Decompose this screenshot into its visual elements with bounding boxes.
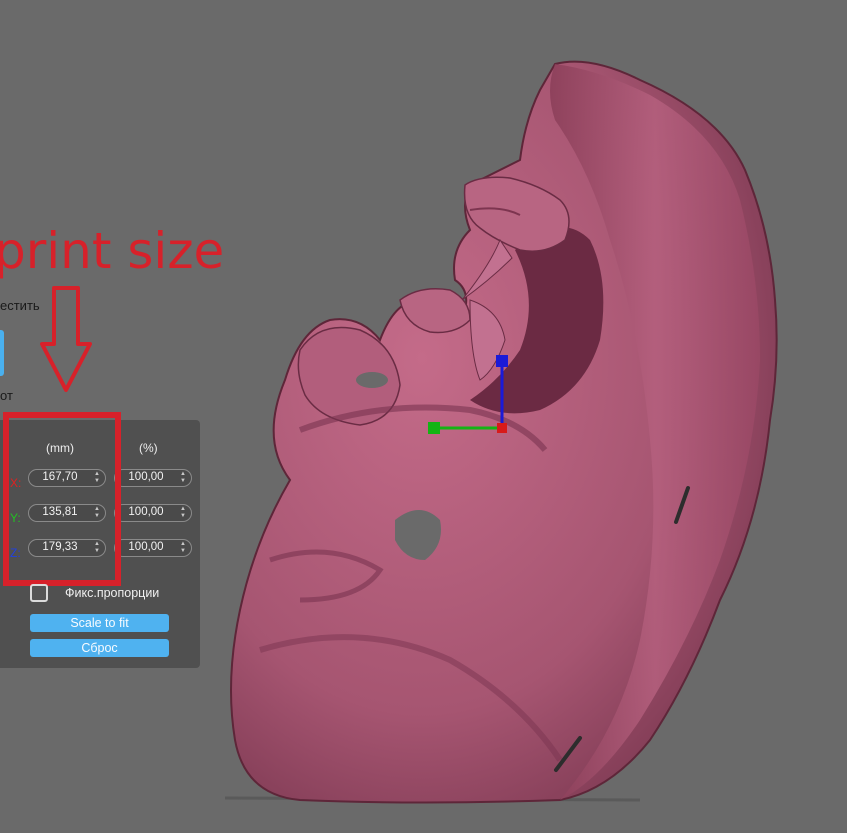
percent-column-header: (%) xyxy=(139,441,158,455)
down-arrow-annotation-icon xyxy=(40,286,92,392)
x-percent-input[interactable]: 100,00 ▲ ▼ xyxy=(114,469,192,487)
spinner-arrows-icon[interactable]: ▲ ▼ xyxy=(179,506,187,520)
reset-button[interactable]: Сброс xyxy=(30,639,169,657)
rotate-label: от xyxy=(0,388,13,403)
scale-to-fit-button[interactable]: Scale to fit xyxy=(30,614,169,632)
fix-proportions-checkbox[interactable] xyxy=(30,584,48,602)
gizmo-axis-icon[interactable] xyxy=(425,352,515,442)
fix-proportions-label: Фикс.пропорции xyxy=(65,586,160,600)
place-label: естить xyxy=(0,298,40,313)
mask-model[interactable] xyxy=(0,0,847,833)
spinner-arrows-icon[interactable]: ▲ ▼ xyxy=(179,541,187,555)
3d-viewport[interactable] xyxy=(0,0,847,833)
print-size-highlight-box xyxy=(3,412,121,586)
y-percent-input[interactable]: 100,00 ▲ ▼ xyxy=(114,504,192,522)
z-percent-input[interactable]: 100,00 ▲ ▼ xyxy=(114,539,192,557)
partial-blue-button[interactable] xyxy=(0,330,4,376)
spinner-arrows-icon[interactable]: ▲ ▼ xyxy=(179,471,187,485)
print-size-annotation: print size xyxy=(0,222,225,280)
